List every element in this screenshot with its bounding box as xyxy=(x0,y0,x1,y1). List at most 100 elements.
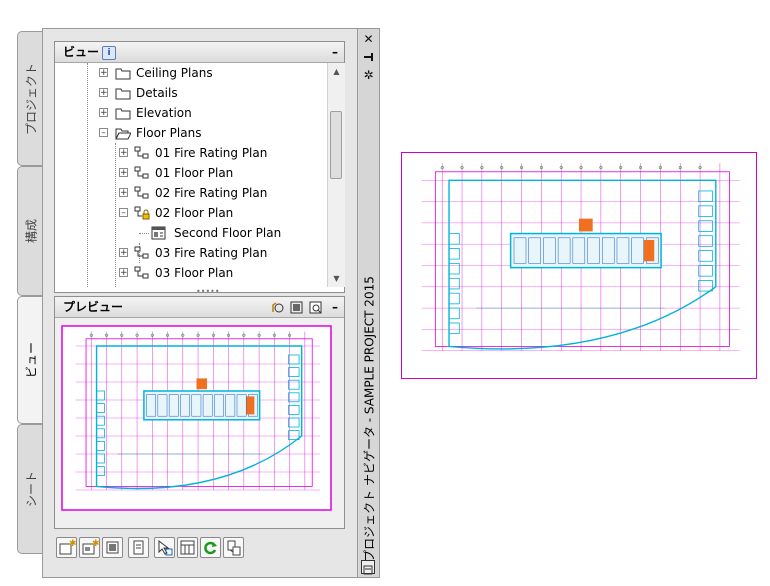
preview-settings-icon[interactable] xyxy=(271,300,284,313)
window-bay xyxy=(448,307,460,320)
tree-item[interactable]: – 02 Floor Plan xyxy=(55,203,327,223)
expand-icon[interactable]: + xyxy=(99,88,108,98)
add-view-icon[interactable]: ✱ xyxy=(79,537,100,558)
tree-item[interactable]: +03 Floor Plan xyxy=(55,263,327,283)
tab-views[interactable]: ビュー xyxy=(17,296,43,424)
collapse-icon[interactable]: – xyxy=(99,128,108,138)
views-panel: ビュー i – + Ceiling Plans + Details + Elevation –… xyxy=(54,41,345,293)
tree-item-label: 03 Fire Rating Plan xyxy=(155,246,268,260)
tab-constructs-label: 構成 xyxy=(24,218,38,244)
window-bay xyxy=(448,292,460,305)
view-drawing-icon xyxy=(134,166,150,180)
info-icon[interactable]: i xyxy=(102,45,117,60)
expand-icon[interactable]: + xyxy=(119,248,128,258)
expand-icon[interactable]: + xyxy=(119,148,128,158)
tree-item[interactable]: +03 Fire Rating Plan xyxy=(55,243,327,263)
window-bay xyxy=(698,220,713,232)
open-view-icon[interactable] xyxy=(128,537,149,558)
list-icon[interactable] xyxy=(177,537,198,558)
svg-text:✱: ✱ xyxy=(92,539,99,549)
window-bay xyxy=(448,277,460,290)
collapse-icon[interactable]: – xyxy=(119,208,128,218)
stair xyxy=(579,218,593,232)
tree-item-label: Second Floor Plan xyxy=(174,226,282,240)
tree-item[interactable]: +01 Fire Rating Plan xyxy=(55,143,327,163)
tab-sheets[interactable]: シート xyxy=(17,424,43,554)
tree-item-label: 01 Floor Plan xyxy=(155,166,234,180)
tree-connector xyxy=(139,233,149,234)
views-panel-minimize-button[interactable]: – xyxy=(332,42,338,62)
preview-area xyxy=(55,318,344,528)
floor-plan-preview xyxy=(401,152,757,379)
tab-project[interactable]: プロジェクト xyxy=(17,31,43,166)
properties-icon[interactable]: ✲ xyxy=(362,69,375,81)
view-drawing-icon xyxy=(134,146,150,160)
scroll-up-arrow-icon[interactable]: ▲ xyxy=(328,63,345,80)
view-drawing-icon xyxy=(134,186,150,200)
tree-item-label: Details xyxy=(136,86,178,100)
model-space-view-icon xyxy=(151,226,167,240)
tree-item-label: Floor Plans xyxy=(136,126,202,140)
preview-panel-title: プレビュー xyxy=(63,300,124,314)
expand-icon[interactable]: + xyxy=(99,108,108,118)
tree-item[interactable]: + Ceiling Plans xyxy=(55,63,327,83)
palette-titlebar: ✕ ✲ プロジェクト ナビゲータ - SAMPLE PROJECT 2015 xyxy=(358,28,380,578)
tab-project-label: プロジェクト xyxy=(24,62,38,135)
tree-item-label: Ceiling Plans xyxy=(136,66,213,80)
panel-splitter-grip[interactable]: ••••• xyxy=(196,288,220,296)
view-drawing-icon xyxy=(134,266,150,280)
tree-item[interactable]: +02 Fire Rating Plan xyxy=(55,183,327,203)
tree-item-label: 02 Floor Plan xyxy=(155,206,234,220)
views-panel-title: ビュー xyxy=(63,45,100,59)
views-tree-scrollbar[interactable]: ▲ ▼ xyxy=(327,63,345,287)
preview-fit-icon[interactable] xyxy=(290,300,303,314)
preview-tools xyxy=(269,300,322,314)
scroll-thumb[interactable] xyxy=(330,111,342,179)
view-drawing-locked-icon xyxy=(134,206,150,220)
tree-item[interactable]: – Floor Plans xyxy=(55,123,327,143)
core xyxy=(509,232,662,269)
expand-icon[interactable]: + xyxy=(99,68,108,78)
auto-hide-icon[interactable] xyxy=(362,51,375,63)
window-bay xyxy=(448,248,460,260)
expand-icon[interactable]: + xyxy=(119,188,128,198)
preview-panel-header: プレビュー – xyxy=(55,297,344,318)
close-icon[interactable]: ✕ xyxy=(362,33,375,45)
window-bay xyxy=(698,250,713,262)
tree-item[interactable]: +01 Floor Plan xyxy=(55,163,327,183)
new-view-icon[interactable]: ✱ xyxy=(56,537,77,558)
tree-item-label: Elevation xyxy=(136,106,192,120)
tree-item[interactable]: Second Floor Plan xyxy=(55,223,327,243)
svg-text:✱: ✱ xyxy=(69,539,76,549)
tab-sheets-label: シート xyxy=(24,470,38,508)
preview-panel-minimize-button[interactable]: – xyxy=(332,297,338,317)
project-navigator-palette: プロジェクト 構成 ビュー シート ビュー i – + Ceiling Plans +… xyxy=(17,28,380,578)
palette-title: プロジェクト ナビゲータ - SAMPLE PROJECT 2015 xyxy=(362,276,377,562)
window-bay xyxy=(698,190,713,203)
palette-menu-icon[interactable] xyxy=(361,560,375,575)
window-bay xyxy=(448,322,460,335)
folder-closed-icon xyxy=(115,66,131,80)
folder-closed-icon xyxy=(115,106,131,120)
preview-zoom-icon[interactable] xyxy=(309,300,322,314)
tree-item-label: 03 Floor Plan xyxy=(155,266,234,280)
preview-drawing xyxy=(61,325,332,511)
expand-icon[interactable]: + xyxy=(119,268,128,278)
tree-item[interactable]: + Details xyxy=(55,83,327,103)
refresh-icon[interactable] xyxy=(200,537,221,558)
expand-icon[interactable]: + xyxy=(119,168,128,178)
tree-item-label: 01 Fire Rating Plan xyxy=(155,146,268,160)
select-icon[interactable] xyxy=(154,537,175,558)
stair xyxy=(196,378,208,390)
repath-icon[interactable] xyxy=(223,537,244,558)
window-bay xyxy=(698,205,713,217)
tab-constructs[interactable]: 構成 xyxy=(17,166,43,296)
floor-plan-drawing xyxy=(421,163,740,351)
regenerate-view-icon[interactable] xyxy=(102,537,123,558)
scroll-down-arrow-icon[interactable]: ▼ xyxy=(328,270,345,287)
window-bay xyxy=(448,233,460,245)
folder-open-icon xyxy=(115,126,132,140)
views-tree: + Ceiling Plans + Details + Elevation – Floor P… xyxy=(55,63,327,287)
tree-item[interactable]: + Elevation xyxy=(55,103,327,123)
palette-body: ビュー i – + Ceiling Plans + Details + Elevation –… xyxy=(42,28,358,578)
